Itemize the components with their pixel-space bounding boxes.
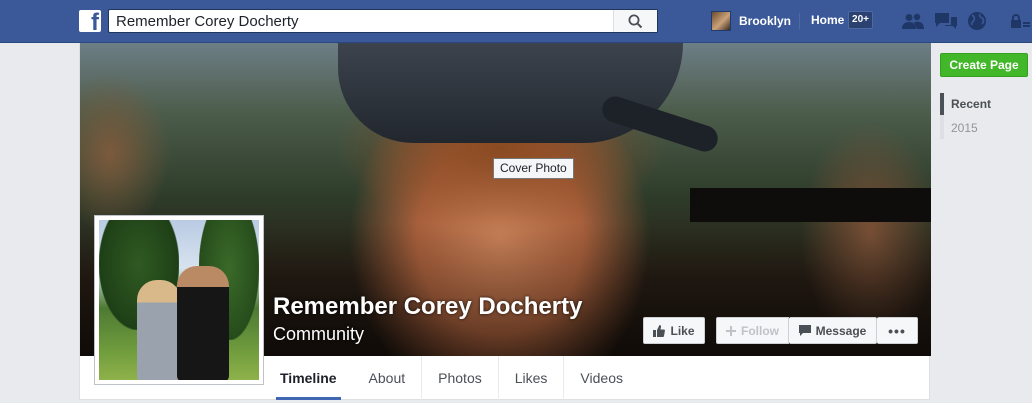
friends-icon [902,13,924,29]
cover-photo-tooltip: Cover Photo [493,158,574,179]
follow-button[interactable]: Follow [716,317,789,344]
nav-divider [799,13,800,29]
tab-timeline[interactable]: Timeline [276,356,341,400]
messages-icon [935,13,957,29]
message-label: Message [815,323,867,338]
page-tabs: Timeline About Photos Likes Videos [276,356,639,400]
page-title[interactable]: Remember Corey Docherty [273,293,582,321]
scrubber-item-recent[interactable]: Recent [951,97,991,111]
page-header-card: Cover Photo Remember Corey Docherty Comm… [79,43,931,400]
page-category[interactable]: Community [273,324,364,345]
thumbs-up-icon [653,324,666,337]
messages-button[interactable] [935,11,957,31]
more-options-button[interactable]: ••• [877,317,918,344]
privacy-button[interactable] [1008,11,1032,31]
more-options-label: ••• [888,322,906,339]
friend-requests-button[interactable] [902,11,924,31]
lock-icon [1011,14,1030,28]
tab-photos[interactable]: Photos [422,356,499,400]
search-button[interactable] [613,10,657,32]
scrubber-item-2015[interactable]: 2015 [951,121,978,135]
plus-icon [726,325,736,336]
notifications-button[interactable] [966,11,988,31]
top-navbar: f Brooklyn Home 20+ [0,0,1032,43]
timeline-scrubber-active [940,93,944,115]
search-icon [628,14,643,28]
tab-likes[interactable]: Likes [499,356,565,400]
like-label: Like [670,323,695,338]
user-avatar [711,11,731,31]
message-button[interactable]: Message [789,317,877,344]
tab-about[interactable]: About [353,356,423,400]
user-name: Brooklyn [739,14,792,28]
profile-link[interactable]: Brooklyn [711,11,791,31]
search-box [108,9,658,33]
like-button[interactable]: Like [643,317,705,344]
message-icon [798,324,811,336]
home-link[interactable]: Home [811,13,844,27]
follow-label: Follow [741,323,779,338]
home-count-badge: 20+ [848,11,873,29]
globe-icon [968,12,986,30]
tab-videos[interactable]: Videos [564,356,639,400]
profile-picture[interactable] [94,215,264,385]
search-input[interactable] [109,10,609,32]
create-page-button[interactable]: Create Page [940,53,1028,77]
facebook-logo-icon[interactable]: f [79,10,101,32]
